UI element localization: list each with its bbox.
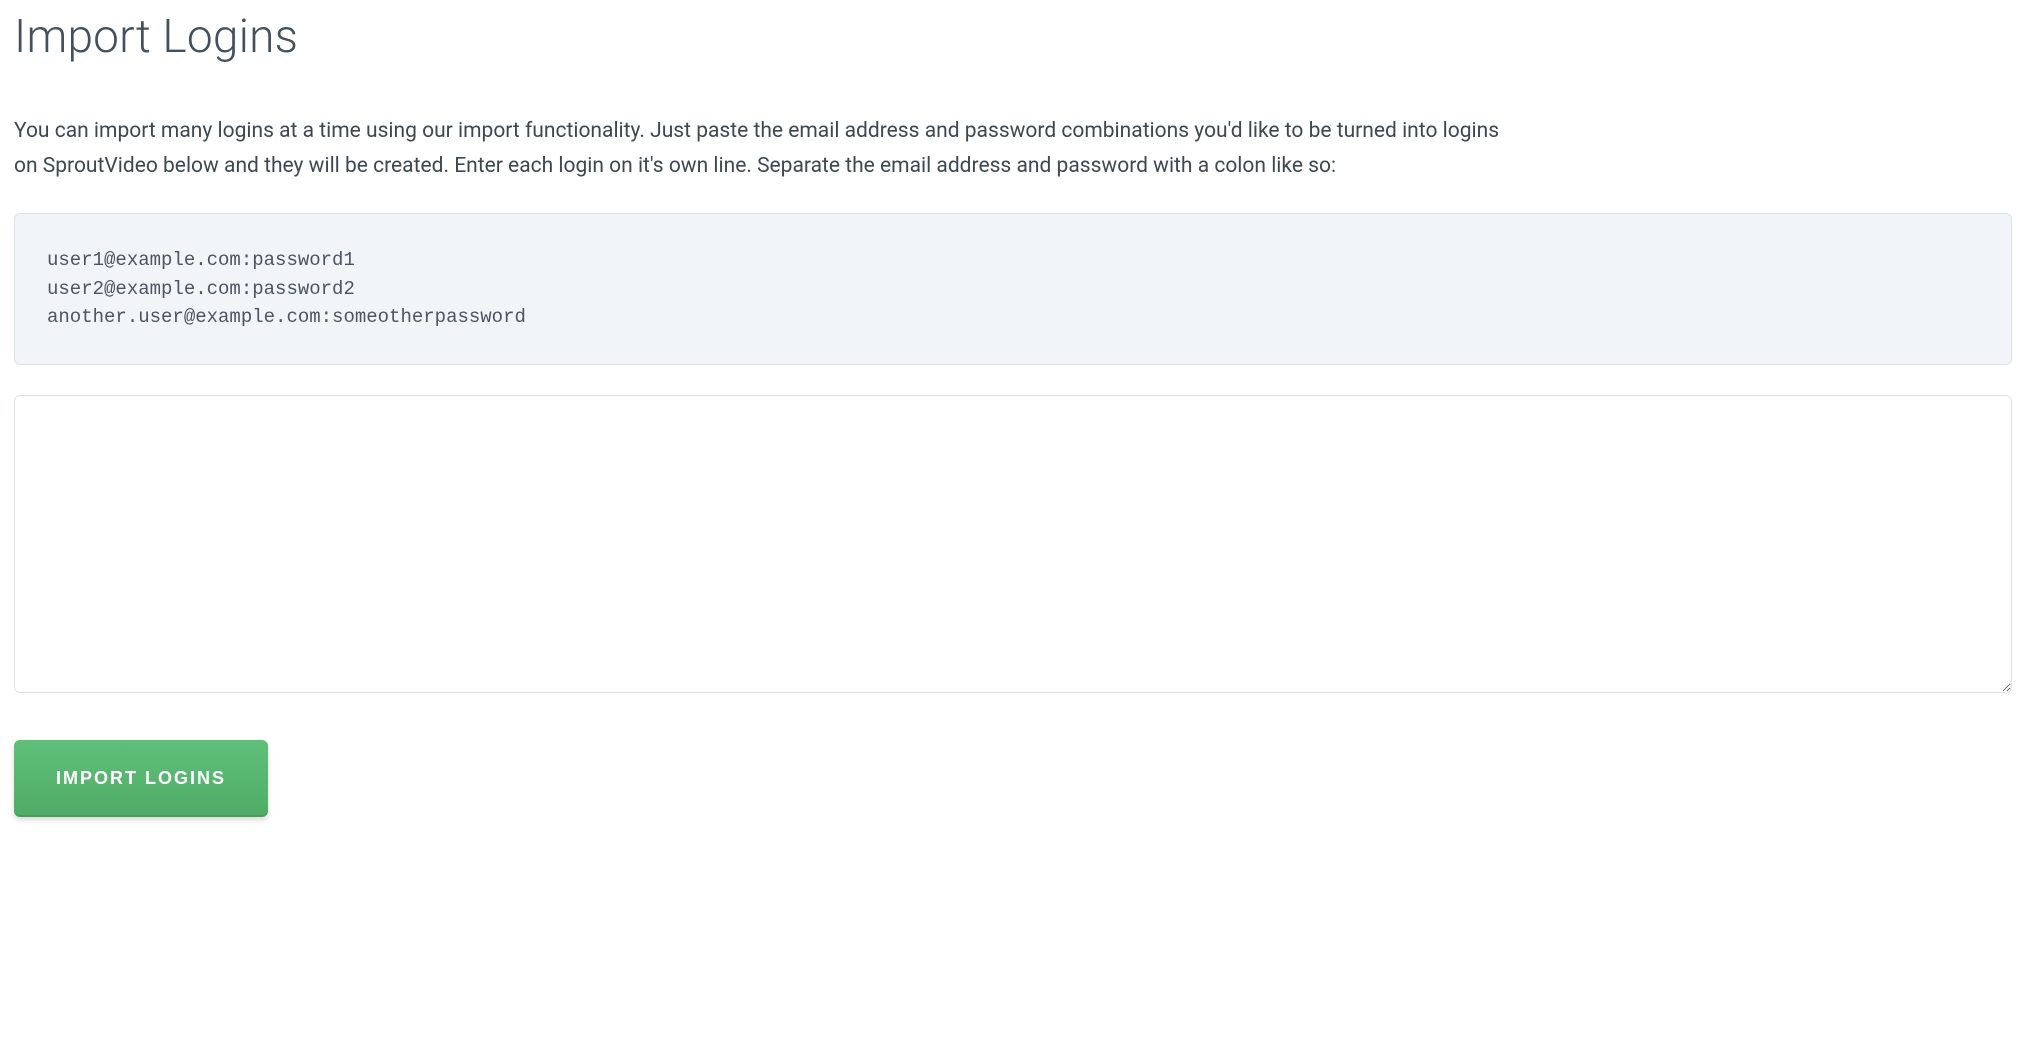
example-code-box: user1@example.com:password1 user2@exampl… xyxy=(14,213,2012,365)
import-description: You can import many logins at a time usi… xyxy=(14,114,1514,183)
page-title: Import Logins xyxy=(14,0,2012,76)
import-logins-button[interactable]: IMPORT LOGINS xyxy=(14,740,268,817)
logins-input[interactable] xyxy=(14,395,2012,693)
